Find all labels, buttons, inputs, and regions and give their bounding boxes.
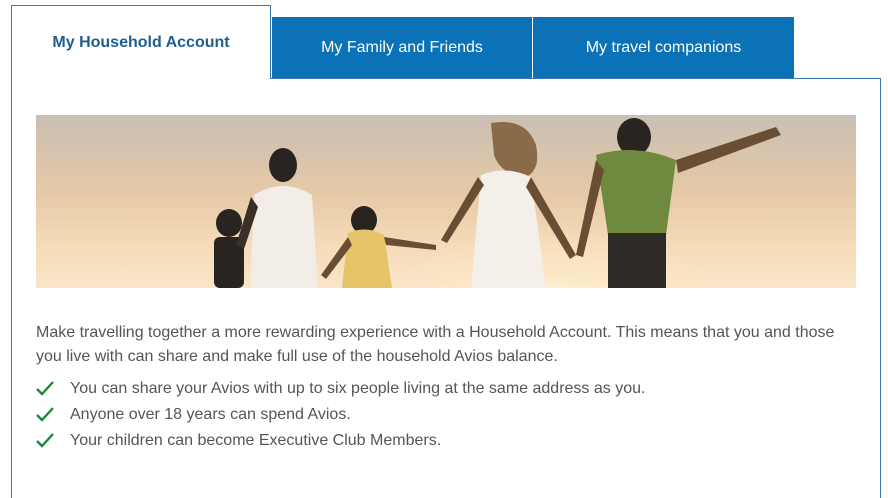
tab-travel-companions-label: My travel companions — [585, 38, 742, 56]
tab-household-account-label: My Household Account — [52, 33, 230, 51]
tab-travel-companions[interactable]: My travel companions — [533, 17, 794, 78]
tab-panel — [11, 78, 881, 498]
tab-household-account[interactable]: My Household Account — [11, 5, 271, 79]
tab-family-and-friends-label: My Family and Friends — [321, 38, 483, 56]
tab-family-and-friends[interactable]: My Family and Friends — [272, 17, 532, 78]
account-tabs: My Household Account My Family and Frien… — [11, 5, 881, 79]
